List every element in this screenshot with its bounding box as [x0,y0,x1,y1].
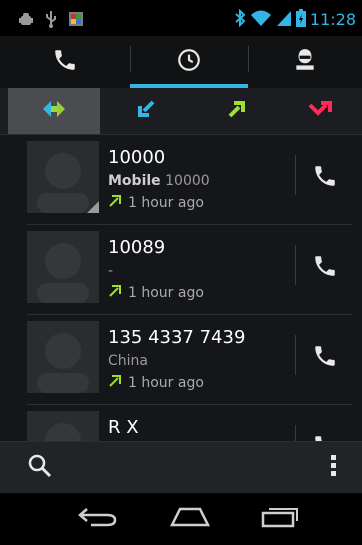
status-bar: 11:28 [0,0,362,36]
call-detail: - [108,263,114,279]
bluetooth-icon [234,8,246,31]
filter-outgoing-calls[interactable] [192,88,282,134]
filter-incoming-calls[interactable] [100,88,192,134]
contact-avatar[interactable] [27,141,99,213]
call-time-text: 1 hour ago [128,195,204,211]
gallery-icon [68,11,84,31]
overflow-menu-button[interactable] [316,448,352,488]
contact-avatar[interactable] [27,411,99,441]
call-name: 10000 [108,147,166,168]
call-back-button[interactable] [300,153,350,203]
search-button[interactable] [18,448,62,488]
filter-missed-calls[interactable] [282,88,362,134]
system-navigation-bar [0,493,362,545]
call-name: R X [108,417,139,438]
call-time: 1 hour ago [108,284,204,302]
call-name: 135 4337 7439 [108,327,246,348]
call-time: 1 hour ago [108,374,204,392]
outgoing-call-icon [228,100,246,122]
signal-icon [276,9,292,31]
android-debug-icon [18,11,34,31]
outgoing-call-icon [108,284,122,302]
home-icon [168,506,212,532]
filter-all-calls[interactable] [8,88,100,134]
contacts-icon [292,47,318,77]
search-icon [27,453,53,483]
call-back-button[interactable] [300,333,350,383]
phone-icon [312,433,338,441]
contact-avatar[interactable] [27,321,99,393]
all-calls-icon [41,99,67,123]
tab-call-log[interactable] [130,36,248,88]
call-back-button[interactable] [300,423,350,441]
phone-icon [312,253,338,283]
recent-apps-icon [260,505,300,533]
recent-apps-button[interactable] [248,501,312,537]
missed-call-icon [308,100,336,122]
more-vert-icon [330,453,338,483]
clock-icon [176,47,202,77]
bottom-action-bar [0,441,362,494]
outgoing-call-icon [108,374,122,392]
usb-icon [44,10,58,32]
call-filter-bar [0,88,362,135]
battery-icon [295,9,306,31]
main-tabs [0,36,362,88]
call-number: 10000 [165,173,210,189]
status-time: 11:28 [309,10,356,29]
call-detail: China [108,353,148,369]
call-log-item[interactable]: 10089 - 1 hour ago [0,225,362,315]
incoming-call-icon [137,100,155,122]
call-log-item[interactable]: 135 4337 7439 China 1 hour ago [0,315,362,405]
phone-icon [312,163,338,193]
home-button[interactable] [158,501,222,537]
outgoing-call-icon [108,194,122,212]
phone-icon [312,343,338,373]
call-back-button[interactable] [300,243,350,293]
number-type-label: Mobile [108,173,161,189]
call-time-text: 1 hour ago [128,375,204,391]
call-name: 10089 [108,237,166,258]
call-log-list: 10000 Mobile 10000 1 hour ago 10089 - 1 … [0,135,362,441]
tab-phone[interactable] [0,36,130,88]
call-detail: Mobile 10000 [108,173,210,189]
phone-icon [52,47,78,77]
call-log-item[interactable]: R X [0,405,362,441]
call-log-item[interactable]: 10000 Mobile 10000 1 hour ago [0,135,362,225]
back-icon [77,506,119,532]
contact-avatar[interactable] [27,231,99,303]
back-button[interactable] [66,501,130,537]
call-time: 1 hour ago [108,194,204,212]
tab-contacts[interactable] [248,36,362,88]
wifi-icon [250,9,272,31]
call-time-text: 1 hour ago [128,285,204,301]
